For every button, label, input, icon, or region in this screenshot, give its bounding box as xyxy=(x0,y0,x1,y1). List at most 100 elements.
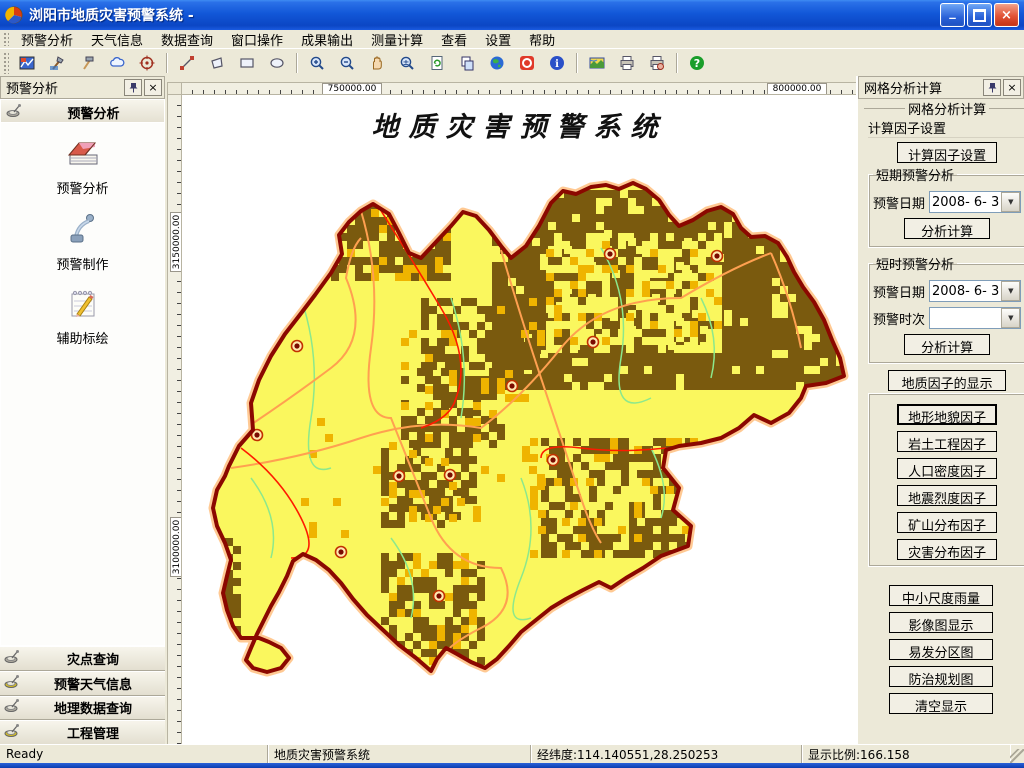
disaster-point-marker xyxy=(434,591,445,602)
menu-item[interactable]: 查看 xyxy=(432,29,476,50)
menu-item[interactable]: 窗口操作 xyxy=(222,29,292,50)
left-panel-item-list: 预警分析 预警制作 辅助标绘 xyxy=(0,122,165,646)
factor-button[interactable]: 地震烈度因子 xyxy=(897,485,997,506)
disaster-point-marker xyxy=(445,470,456,481)
dropdown-arrow-icon[interactable]: ▼ xyxy=(1001,192,1020,212)
map-canvas[interactable]: 地质灾害预警系统 xyxy=(181,94,858,745)
menu-grip-handle[interactable] xyxy=(3,32,9,46)
grid-analysis-panel: 网格分析计算 × 网格分析计算 计算因子设置 计算因子设置 短期预警分析 预警日… xyxy=(856,76,1024,745)
zoom-extent-icon[interactable]: ± xyxy=(392,50,422,76)
axe-icon[interactable] xyxy=(42,50,72,76)
toolbar-separator xyxy=(166,53,168,73)
zoom-in-icon[interactable] xyxy=(302,50,332,76)
short-term-date-select[interactable]: 2008- 6- 3 ▼ xyxy=(929,191,1021,213)
factor-button[interactable]: 人口密度因子 xyxy=(897,458,997,479)
left-panel-item-label: 预警制作 xyxy=(56,254,108,273)
short-term-date-label: 预警日期 xyxy=(873,193,929,212)
polygon-tool-icon[interactable] xyxy=(202,50,232,76)
menu-item[interactable]: 预警分析 xyxy=(12,29,82,50)
factor-setting-button[interactable]: 计算因子设置 xyxy=(897,142,997,163)
close-button[interactable]: × xyxy=(994,3,1019,27)
stop-icon[interactable] xyxy=(512,50,542,76)
print-icon[interactable] xyxy=(612,50,642,76)
category-bar-灾点查询[interactable]: 灾点查询 xyxy=(0,646,165,671)
line-tool-icon[interactable] xyxy=(172,50,202,76)
hammer-icon[interactable] xyxy=(72,50,102,76)
geo-factor-display-header[interactable]: 地质因子的显示 xyxy=(888,370,1006,391)
stamp-tool-icon xyxy=(66,211,100,251)
status-bar: Ready 地质灾害预警系统 经纬度:114.140551,28.250253 … xyxy=(0,744,1024,763)
factor-button[interactable]: 岩土工程因子 xyxy=(897,431,997,452)
layer-button[interactable]: 影像图显示 xyxy=(889,612,993,633)
disaster-point-marker xyxy=(292,341,303,352)
refresh-icon[interactable] xyxy=(422,50,452,76)
pin-button[interactable] xyxy=(124,79,142,96)
layer-button[interactable]: 中小尺度雨量 xyxy=(889,585,993,606)
category-bar-label: 工程管理 xyxy=(21,723,165,742)
target-icon[interactable] xyxy=(132,50,162,76)
resize-grip[interactable] xyxy=(1010,749,1024,763)
left-panel-item[interactable]: 预警制作 xyxy=(1,211,164,273)
factor-setting-legend: 计算因子设置 xyxy=(868,118,1024,138)
category-bar-label: 灾点查询 xyxy=(21,649,165,668)
pin-icon xyxy=(129,82,138,93)
dropdown-arrow-icon[interactable]: ▼ xyxy=(1001,281,1020,301)
factor-button[interactable]: 灾害分布因子 xyxy=(897,539,997,560)
toolbar: ± i? xyxy=(0,48,1024,78)
info-icon[interactable]: i xyxy=(542,50,572,76)
category-bar-工程管理[interactable]: 工程管理 xyxy=(0,720,165,745)
grid-analysis-group: 网格分析计算 计算因子设置 计算因子设置 短期预警分析 预警日期 2008- 6… xyxy=(864,99,1024,579)
minimize-button[interactable]: _ xyxy=(940,3,965,27)
copy-layers-icon[interactable] xyxy=(452,50,482,76)
status-coordinates: 经纬度:114.140551,28.250253 xyxy=(531,745,802,763)
menu-item[interactable]: 天气信息 xyxy=(82,29,152,50)
zoom-out-icon[interactable] xyxy=(332,50,362,76)
short-term-legend: 短期预警分析 xyxy=(873,165,957,184)
factor-button[interactable]: 矿山分布因子 xyxy=(897,512,997,533)
map-title: 地质灾害预警系统 xyxy=(182,105,857,144)
dish-icon xyxy=(4,698,21,717)
map-image-icon[interactable] xyxy=(582,50,612,76)
left-panel-close-button[interactable]: × xyxy=(144,79,162,96)
short-time-analyze-button[interactable]: 分析计算 xyxy=(904,334,990,355)
left-panel-item-label: 辅助标绘 xyxy=(56,328,108,347)
category-bar-预警天气信息[interactable]: 预警天气信息 xyxy=(0,671,165,696)
warning-analysis-panel: 预警分析 × 预警分析 预警分析 预警制作 辅助标绘 灾点查询 预警天气信息 xyxy=(0,76,167,745)
warning-analysis-icon[interactable] xyxy=(12,50,42,76)
menu-item[interactable]: 测量计算 xyxy=(362,29,432,50)
book-icon xyxy=(65,137,101,175)
dish-icon xyxy=(4,649,21,668)
menu-item[interactable]: 成果输出 xyxy=(292,29,362,50)
menu-item[interactable]: 数据查询 xyxy=(152,29,222,50)
notepad-pencil-icon xyxy=(65,287,101,325)
menu-item[interactable]: 帮助 xyxy=(520,29,564,50)
print-preview-icon[interactable] xyxy=(642,50,672,76)
rectangle-tool-icon[interactable] xyxy=(232,50,262,76)
globe-icon[interactable] xyxy=(482,50,512,76)
disaster-point-marker xyxy=(712,251,723,262)
region-map[interactable] xyxy=(182,95,857,744)
short-term-analyze-button[interactable]: 分析计算 xyxy=(904,218,990,239)
short-time-period-label: 预警时次 xyxy=(873,309,929,328)
layer-button[interactable]: 防治规划图 xyxy=(889,666,993,687)
left-panel-item[interactable]: 辅助标绘 xyxy=(1,287,164,347)
pin-button[interactable] xyxy=(983,79,1001,96)
right-panel-close-button[interactable]: × xyxy=(1003,79,1021,96)
menu-item[interactable]: 设置 xyxy=(476,29,520,50)
layer-button[interactable]: 清空显示 xyxy=(889,693,993,714)
help-icon[interactable]: ? xyxy=(682,50,712,76)
cloud-icon[interactable] xyxy=(102,50,132,76)
dropdown-arrow-icon[interactable]: ▼ xyxy=(1001,308,1020,328)
short-time-period-select[interactable]: ▼ xyxy=(929,307,1021,329)
svg-text:i: i xyxy=(555,59,559,70)
category-bar-地理数据查询[interactable]: 地理数据查询 xyxy=(0,696,165,721)
factor-button[interactable]: 地形地貌因子 xyxy=(897,404,997,425)
restore-button[interactable] xyxy=(967,3,992,27)
layer-button[interactable]: 易发分区图 xyxy=(889,639,993,660)
toolbar-grip-handle[interactable] xyxy=(3,52,9,74)
ellipse-tool-icon[interactable] xyxy=(262,50,292,76)
left-panel-item[interactable]: 预警分析 xyxy=(1,137,164,197)
short-time-date-select[interactable]: 2008- 6- 3 ▼ xyxy=(929,280,1021,302)
pan-hand-icon[interactable] xyxy=(362,50,392,76)
status-display-scale: 显示比例:166.158 xyxy=(802,745,1010,763)
